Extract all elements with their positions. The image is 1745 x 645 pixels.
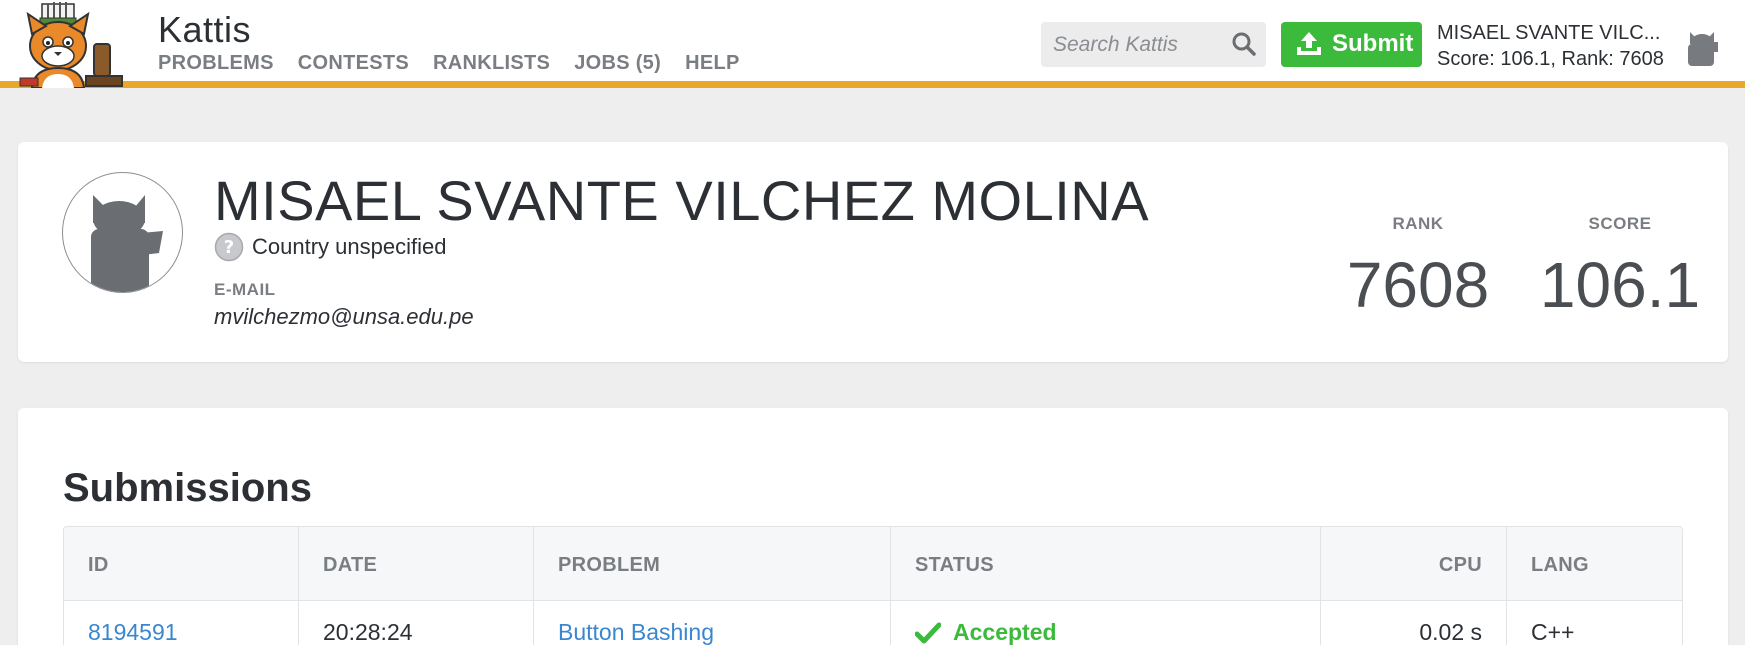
country-text: Country unspecified	[252, 234, 447, 259]
email-label: E-MAIL	[214, 280, 276, 299]
nav-jobs[interactable]: JOBS (5)	[574, 52, 661, 75]
brand-name[interactable]: Kattis	[158, 9, 251, 51]
column-id: ID 8194591	[64, 527, 299, 645]
score-label: SCORE	[1588, 214, 1652, 233]
top-header: Kattis PROBLEMS CONTESTS RANKLISTS JOBS …	[0, 0, 1745, 89]
user-score-rank: Score: 106.1, Rank: 7608	[1437, 48, 1664, 70]
rank-stat: RANK 7608	[1328, 214, 1508, 322]
submission-cpu: 0.02 s	[1419, 619, 1482, 645]
submit-button[interactable]: Submit	[1281, 22, 1422, 67]
submission-lang: C++	[1531, 619, 1575, 645]
svg-text:?: ?	[224, 237, 234, 258]
user-summary[interactable]: MISAEL SVANTE VILC... Score: 106.1, Rank…	[1437, 22, 1667, 71]
search-icon[interactable]	[1231, 31, 1257, 57]
upload-icon	[1295, 31, 1323, 57]
column-date: DATE 20:28:24	[299, 527, 534, 645]
submit-label: Submit	[1332, 30, 1414, 57]
user-avatar-icon[interactable]	[1684, 28, 1720, 66]
submissions-title: Submissions	[63, 466, 312, 510]
email-value: mvilchezmo@unsa.edu.pe	[214, 304, 474, 329]
problem-link[interactable]: Button Bashing	[558, 619, 714, 645]
kattis-logo[interactable]	[18, 0, 138, 89]
submission-date: 20:28:24	[323, 619, 413, 645]
country-info: ? Country unspecified	[214, 232, 446, 262]
nav-help[interactable]: HELP	[685, 52, 740, 75]
rank-value: 7608	[1346, 249, 1490, 321]
header-lang[interactable]: LANG	[1531, 554, 1589, 577]
check-icon	[914, 622, 942, 644]
search-input[interactable]	[1041, 22, 1221, 67]
header-id[interactable]: ID	[88, 554, 109, 577]
column-cpu: CPU 0.02 s	[1321, 527, 1507, 645]
header-status[interactable]: STATUS	[915, 554, 994, 577]
column-lang: LANG C++	[1507, 527, 1682, 645]
submission-id-link[interactable]: 8194591	[88, 619, 178, 645]
submissions-card: Submissions ID 8194591 DATE 20:28:24 PRO…	[18, 408, 1728, 645]
header-problem[interactable]: PROBLEM	[558, 554, 660, 577]
header-date[interactable]: DATE	[323, 554, 377, 577]
header-cpu[interactable]: CPU	[1439, 554, 1482, 577]
profile-name: MISAEL SVANTE VILCHEZ MOLINA	[214, 169, 1150, 232]
submissions-table: ID 8194591 DATE 20:28:24 PROBLEM Button …	[63, 526, 1683, 645]
main-nav: PROBLEMS CONTESTS RANKLISTS JOBS (5) HEL…	[158, 52, 764, 75]
status-accepted: Accepted	[914, 619, 1057, 645]
user-name[interactable]: MISAEL SVANTE VILC...	[1437, 22, 1667, 45]
profile-avatar	[62, 172, 183, 293]
column-problem: PROBLEM Button Bashing	[534, 527, 891, 645]
nav-problems[interactable]: PROBLEMS	[158, 52, 274, 75]
nav-contests[interactable]: CONTESTS	[298, 52, 409, 75]
score-value: 106.1	[1539, 249, 1701, 321]
status-text: Accepted	[953, 619, 1057, 645]
rank-label: RANK	[1392, 214, 1444, 233]
column-status: STATUS Accepted	[891, 527, 1321, 645]
profile-card: MISAEL SVANTE VILCHEZ MOLINA ? Country u…	[18, 142, 1728, 362]
question-flag-icon: ?	[214, 232, 244, 262]
score-stat: SCORE 106.1	[1530, 214, 1710, 322]
nav-ranklists[interactable]: RANKLISTS	[433, 52, 550, 75]
search-box	[1041, 22, 1266, 67]
